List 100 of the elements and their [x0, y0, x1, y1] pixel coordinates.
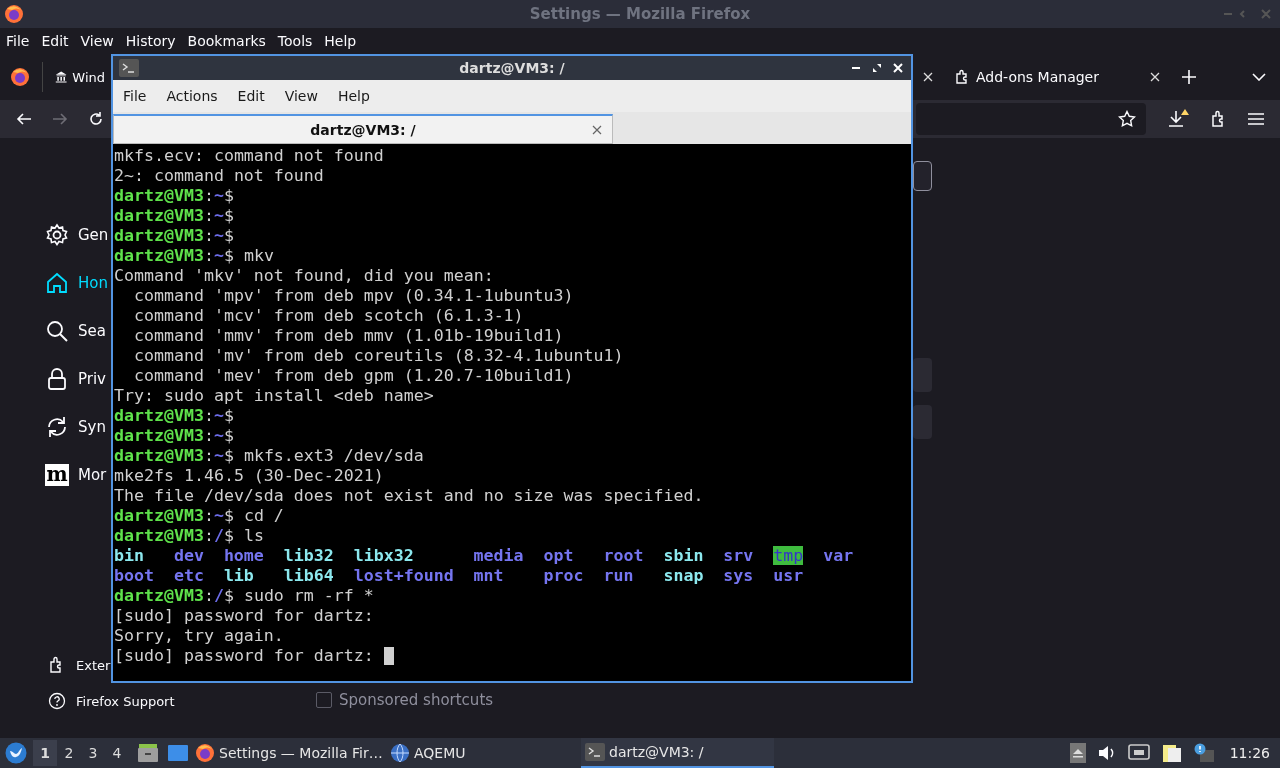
terminal-line: The file /dev/sda does not exist and no size was specified.	[114, 486, 704, 506]
menu-item[interactable]: Help	[327, 88, 380, 104]
terminal-line: [sudo] password for dartz:	[114, 606, 374, 626]
file-name: var	[823, 546, 854, 565]
workspace-button[interactable]: 1	[33, 740, 57, 766]
workspace-button[interactable]: 2	[57, 740, 81, 766]
globe-icon	[390, 743, 410, 763]
terminal-line: dartz@VM3:/$ sudo rm -rf *	[114, 586, 374, 606]
window-title: dartz@VM3: /	[459, 60, 565, 76]
menu-item[interactable]: History	[125, 33, 176, 49]
menu-item[interactable]: Help	[324, 33, 357, 49]
file-name: mnt	[473, 566, 504, 585]
start-menu-icon[interactable]	[5, 742, 27, 764]
sidebar-item[interactable]: Sea	[45, 307, 106, 355]
notification-icon[interactable]	[1193, 743, 1214, 763]
file-name: root	[603, 546, 644, 565]
terminal-line: mkfs.ecv: command not found	[114, 146, 384, 166]
terminal-line: mke2fs 1.46.5 (30-Dec-2021)	[114, 466, 384, 486]
download-icon[interactable]	[1168, 109, 1190, 129]
select-field[interactable]	[913, 405, 932, 439]
terminal-line: 2~: command not found	[114, 166, 324, 186]
terminal-line: Command 'mkv' not found, did you mean:	[114, 266, 494, 286]
terminal-line: command 'mcv' from deb scotch (6.1.3-1)	[132, 306, 524, 326]
sidebar-item[interactable]: Syn	[45, 403, 106, 451]
sidebar-item[interactable]: Priv	[45, 355, 106, 403]
maximize-icon[interactable]	[872, 63, 882, 73]
firefox-icon	[195, 743, 215, 763]
taskbar-button[interactable]: Settings — Mozilla Fir…	[191, 738, 384, 768]
file-name: opt	[543, 546, 574, 565]
puzzle-icon	[954, 69, 970, 85]
clock: 11:26	[1229, 745, 1270, 761]
file-name: run	[603, 566, 634, 585]
terminal-line: dartz@VM3:~$ cd /	[114, 506, 284, 526]
menu-item[interactable]: File	[113, 88, 157, 104]
file-name: lib64	[283, 566, 334, 585]
sidebar-item[interactable]: m Mor	[45, 451, 107, 499]
menu-icon[interactable]	[1248, 112, 1264, 126]
terminal-line: dartz@VM3:~$	[114, 206, 234, 226]
menu-item[interactable]: File	[6, 33, 30, 49]
file-name: sbin	[663, 546, 704, 565]
help-icon	[48, 692, 66, 710]
file-name: boot	[114, 566, 154, 585]
menu-item[interactable]: Actions	[156, 88, 228, 104]
terminal-line: command 'mv' from deb coreutils (8.32-4.1ubuntu1)	[132, 346, 624, 366]
select-field[interactable]	[913, 358, 932, 392]
new-tab-icon[interactable]	[1182, 70, 1196, 84]
chevron-down-icon[interactable]	[1252, 73, 1266, 81]
terminal-line: dartz@VM3:~$	[114, 186, 234, 206]
file-name: lost+found	[353, 566, 454, 585]
sidebar-link[interactable]: Exter	[48, 656, 111, 674]
file-name: lib	[223, 566, 254, 585]
terminal-line: command 'mpv' from deb mpv (0.34.1-1ubuntu3)	[132, 286, 574, 306]
file-name: bin	[114, 546, 144, 565]
input-field[interactable]	[913, 161, 932, 191]
menu-item[interactable]: View	[80, 33, 114, 49]
menu-item[interactable]: View	[274, 88, 328, 104]
terminal-line: dartz@VM3:~$	[114, 426, 234, 446]
logo: m	[45, 464, 69, 486]
workspace-button[interactable]: 3	[81, 740, 105, 766]
volume-icon[interactable]	[1097, 745, 1116, 761]
forward-icon[interactable]	[52, 111, 68, 127]
star-icon[interactable]	[1118, 110, 1136, 128]
terminal-line: dartz@VM3:~$	[114, 226, 234, 246]
house-icon	[45, 271, 69, 295]
taskbar-button[interactable]: dartz@VM3: /	[581, 738, 774, 768]
reload-icon[interactable]	[88, 111, 104, 127]
lock-icon	[45, 367, 69, 391]
terminal-line: command 'mmv' from deb mmv (1.01b-19build1)	[132, 326, 564, 346]
sidebar-link[interactable]: Firefox Support	[48, 692, 175, 710]
file-name: usr	[773, 566, 804, 585]
menu-item[interactable]: Edit	[41, 33, 69, 49]
eject-icon[interactable]	[1069, 743, 1086, 763]
menu-item[interactable]: Tools	[277, 33, 313, 49]
menu-item[interactable]: Bookmarks	[187, 33, 266, 49]
terminal-icon	[119, 59, 139, 77]
clipboard-icon[interactable]	[1161, 743, 1182, 763]
file-name: media	[473, 546, 524, 565]
sidebar-item[interactable]: Gen	[45, 211, 109, 259]
file-name: lib32	[283, 546, 334, 565]
file-cabinet-icon[interactable]	[137, 743, 159, 763]
terminal-icon	[585, 743, 605, 761]
menu-item[interactable]: Edit	[227, 88, 275, 104]
gear-icon	[45, 223, 69, 247]
taskbar-button[interactable]: AQEMU	[386, 738, 579, 768]
network-icon[interactable]	[1127, 744, 1150, 762]
desktop-icon[interactable]	[167, 744, 189, 762]
browser-tab[interactable]: Wind	[49, 59, 105, 95]
workspace-button[interactable]: 4	[105, 740, 129, 766]
file-name: tmp	[773, 546, 804, 565]
search-icon	[45, 319, 69, 343]
sidebar-item[interactable]: Hon	[45, 259, 108, 307]
file-name: proc	[543, 566, 584, 585]
window-title: Settings — Mozilla Firefox	[529, 5, 751, 23]
file-name: dev	[173, 546, 204, 565]
file-name: home	[223, 546, 264, 565]
terminal-tab[interactable]: dartz@VM3: /	[113, 114, 613, 144]
sync-icon	[45, 415, 69, 439]
terminal-line: Try: sudo apt install <deb name>	[114, 386, 434, 406]
back-icon[interactable]	[16, 111, 32, 127]
browser-tab[interactable]: Add-ons Manager	[944, 59, 1170, 95]
